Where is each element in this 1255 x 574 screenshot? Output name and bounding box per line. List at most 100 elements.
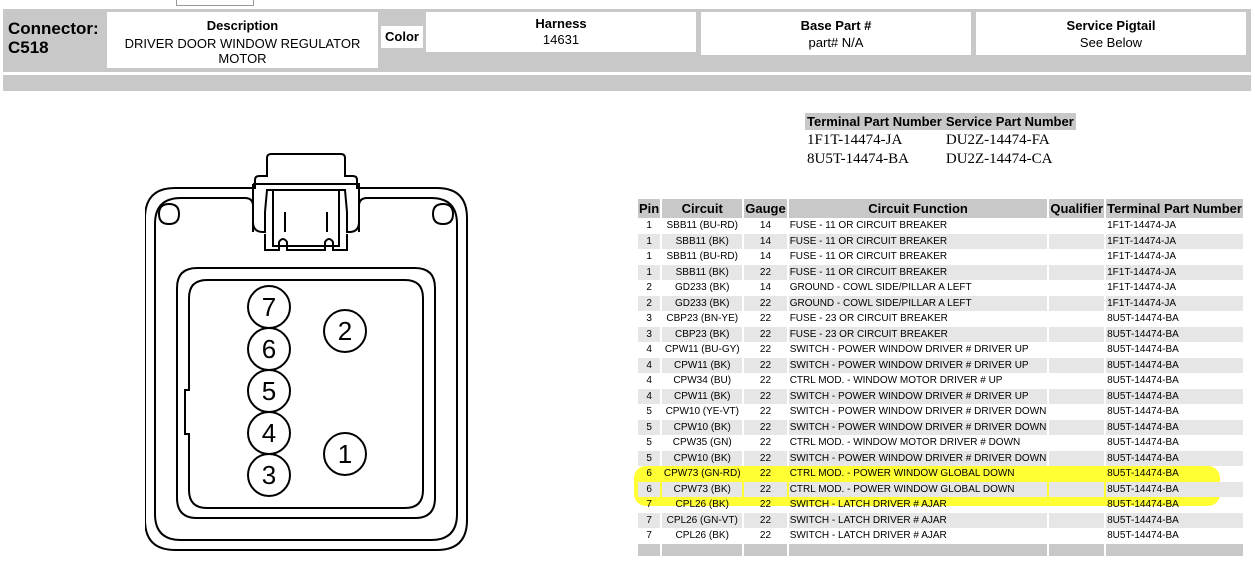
cell-circuit: SBB11 (BU-RD) (666, 251, 738, 263)
cell-terminal: 8U5T-14474-BA (1106, 419, 1243, 435)
cell-gauge: 22 (744, 450, 787, 466)
cell-circuit: CPW34 (BU) (673, 375, 732, 387)
cell-terminal: 8U5T-14474-BA (1107, 313, 1179, 325)
cell-gauge: 22 (759, 344, 772, 356)
service-part-number: DU2Z-14474-CA (945, 151, 1053, 167)
cell-gauge: 22 (744, 419, 787, 435)
pin-table-row: 1 SBB11 (BU-RD) 14 FUSE - 11 OR CIRCUIT BRE… (638, 218, 1243, 234)
cell-gauge: 22 (744, 388, 787, 404)
cell-qualifier (1049, 466, 1104, 482)
col-terminal-header: Terminal Part Number (1106, 199, 1243, 218)
col-pin-header: Pin (638, 199, 661, 218)
cell-circuit: GD233 (BK) (675, 282, 730, 294)
col-qualifier-header: Qualifier (1049, 199, 1105, 218)
pin-table-row: 7 CPL26 (BK) 22 SWITCH - LATCH DRIVER # AJA… (638, 528, 1243, 544)
svg-text:6: 6 (262, 334, 276, 364)
cell-pin: 3 (646, 313, 652, 325)
cell-circuit: CPW10 (BK) (662, 450, 743, 466)
cell-gauge: 22 (759, 437, 772, 449)
cell-terminal: 8U5T-14474-BA (1107, 530, 1179, 542)
cell-qualifier (1049, 512, 1105, 528)
cell-gauge: 14 (759, 282, 772, 294)
cell-circuit: CPW73 (GN-RD) (663, 468, 741, 480)
cell-circuit: CPL26 (BK) (675, 530, 729, 542)
cell-qualifier (1049, 311, 1104, 327)
pin-table-row: 4 CPW11 (BK) 22 SWITCH - POWER WINDOW DRIVE… (638, 357, 1243, 373)
cell-circuit: CBP23 (BN-YE) (666, 313, 739, 325)
cell-function: SWITCH - POWER WINDOW DRIVER # DRIVER UP (788, 388, 1048, 404)
cell-gauge: 22 (759, 406, 772, 418)
service-pigtail-cell: Service Pigtail See Below (976, 12, 1246, 55)
top-tab-stub (176, 0, 254, 6)
cell-terminal: 8U5T-14474-BA (1107, 499, 1179, 511)
connector-label-line1: Connector: (8, 19, 99, 38)
cell-qualifier (1049, 295, 1105, 311)
service-part-number-header: Service Part Number (943, 113, 1076, 130)
cell-qualifier (1049, 497, 1104, 513)
pin-table-footer (638, 543, 1243, 556)
description-title: Description (206, 18, 279, 33)
base-part-value: part# N/A (808, 35, 864, 50)
cavity-6: 6 (247, 327, 291, 371)
harness-value: 14631 (542, 32, 580, 47)
cell-terminal: 1F1T-14474-JA (1106, 233, 1243, 249)
pin-table-row: 4 CPW11 (BU-GY) 22 SWITCH - POWER WINDOW DR… (638, 342, 1243, 358)
cell-circuit: CBP23 (BK) (662, 326, 743, 342)
svg-text:5: 5 (262, 376, 276, 406)
pin-table-row: 5 CPW35 (GN) 22 CTRL MOD. - WINDOW MOTOR DR… (638, 435, 1243, 451)
cell-qualifier (1049, 435, 1104, 451)
cell-circuit: CPW10 (BK) (662, 419, 743, 435)
pin-table-row: 1 SBB11 (BK) 14 FUSE - 11 OR CIRCUIT BREAKE… (638, 233, 1243, 249)
cell-qualifier (1049, 264, 1105, 280)
cell-qualifier (1049, 357, 1105, 373)
cell-qualifier (1049, 326, 1105, 342)
cell-gauge: 22 (744, 295, 787, 311)
connector-face-diagram: 7 6 5 4 3 2 1 (145, 153, 468, 551)
pin-table-row: 5 CPW10 (YE-VT) 22 SWITCH - POWER WINDOW DR… (638, 404, 1243, 420)
cell-pin: 1 (638, 233, 661, 249)
cell-pin: 3 (638, 326, 661, 342)
cell-function: SWITCH - POWER WINDOW DRIVER # DRIVER DO… (788, 419, 1048, 435)
cell-pin: 5 (638, 450, 661, 466)
cell-pin: 6 (638, 481, 661, 497)
harness-title: Harness (535, 16, 587, 31)
pin-table-row: 1 SBB11 (BK) 22 FUSE - 11 OR CIRCUIT BREAKE… (638, 264, 1243, 280)
cell-pin: 4 (638, 388, 661, 404)
terminal-part-number-header: Terminal Part Number (805, 113, 944, 130)
cell-function: SWITCH - POWER WINDOW DRIVER # DRIVER UP (789, 344, 1029, 356)
cell-circuit: SBB11 (BK) (662, 233, 743, 249)
cell-pin: 5 (638, 419, 661, 435)
cavity-2: 2 (323, 309, 367, 353)
cell-gauge: 22 (759, 313, 772, 325)
service-pigtail-value: See Below (1079, 35, 1143, 50)
cell-function: CTRL MOD. - WINDOW MOTOR DRIVER # UP (789, 375, 1003, 387)
footer-cell (1106, 543, 1243, 556)
cell-pin: 5 (646, 406, 652, 418)
cell-terminal: 1F1T-14474-JA (1106, 295, 1243, 311)
pin-table-row: 7 CPL26 (GN-VT) 22 SWITCH - LATCH DRIVER # … (638, 512, 1243, 528)
cell-function: CTRL MOD. - POWER WINDOW GLOBAL DOWN (789, 468, 1015, 480)
cell-pin: 2 (646, 282, 652, 294)
cell-function: FUSE - 23 OR CIRCUIT BREAKER (788, 326, 1048, 342)
cell-pin: 4 (646, 375, 652, 387)
cell-function: CTRL MOD. - WINDOW MOTOR DRIVER # DOWN (789, 437, 1021, 449)
connector-id: C518 (8, 38, 49, 57)
pin-table-row: 1 SBB11 (BU-RD) 14 FUSE - 11 OR CIRCUIT BRE… (638, 249, 1243, 265)
cell-pin: 7 (638, 512, 661, 528)
pin-table-row: 5 CPW10 (BK) 22 SWITCH - POWER WINDOW DRIVE… (638, 419, 1243, 435)
cell-gauge: 14 (759, 220, 772, 232)
cell-terminal: 8U5T-14474-BA (1107, 344, 1179, 356)
cell-qualifier (1049, 373, 1104, 389)
pin-table-row: 4 CPW34 (BU) 22 CTRL MOD. - WINDOW MOTOR DR… (638, 373, 1243, 389)
cell-circuit: CPW10 (YE-VT) (665, 406, 739, 418)
svg-text:2: 2 (338, 316, 352, 346)
cavity-5: 5 (247, 369, 291, 413)
cell-pin: 7 (646, 530, 652, 542)
pin-table-row: 4 CPW11 (BK) 22 SWITCH - POWER WINDOW DRIVE… (638, 388, 1243, 404)
svg-text:3: 3 (262, 460, 276, 490)
pin-table-row: 5 CPW10 (BK) 22 SWITCH - POWER WINDOW DRIVE… (638, 450, 1243, 466)
cell-circuit: SBB11 (BK) (662, 264, 743, 280)
connector-header: Connector: C518 Description DRIVER DOOR … (3, 9, 1251, 72)
cell-pin: 7 (646, 499, 652, 511)
cell-terminal: 1F1T-14474-JA (1107, 251, 1177, 263)
